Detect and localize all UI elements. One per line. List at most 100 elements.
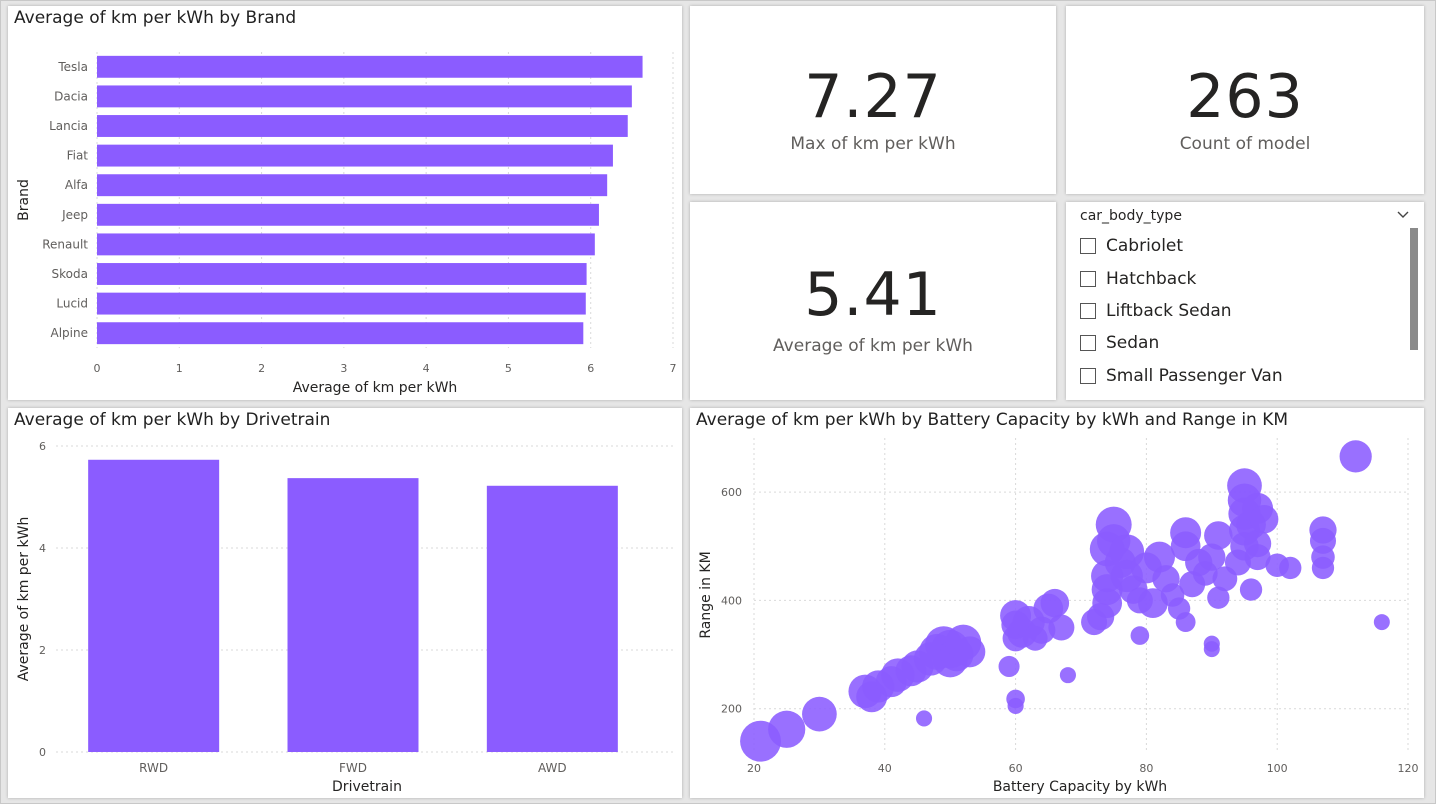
scatter-point [1059,667,1076,684]
scatter-point [768,710,806,748]
scatter-point [915,710,933,727]
scatter-point [1249,504,1279,534]
slicer-item-hatchback[interactable]: Hatchback [1080,267,1196,291]
x-tick-label: 80 [1139,762,1153,775]
drivetrain-bar-chart[interactable]: 0 2 4 6 RWD FWD AWD Drivetrain Average of km per… [8,408,682,798]
slicer-scrollbar[interactable] [1410,228,1418,350]
drivetrain-chart-card[interactable]: Average of km per kWh by Drivetrain 0246… [8,408,682,798]
y-tick-label: 200 [721,703,742,716]
bar-alpine [97,322,584,345]
y-tick-label: Renault [42,237,88,251]
y-tick-label: Alpine [51,326,88,340]
slicer-item-small-passenger-van[interactable]: Small Passenger Van [1080,364,1283,388]
bar-renault [97,233,595,256]
x-tick-label: 1 [176,362,183,375]
scatter-point [954,636,986,668]
x-tick-label: 4 [423,362,430,375]
kpi-max-card[interactable]: 7.27 Max of km per kWh [690,6,1056,194]
x-axis-title: Battery Capacity by kWh [993,779,1167,795]
checkbox[interactable] [1080,238,1096,254]
y-tick-label: 2 [39,644,46,657]
x-axis-title: Average of km per kWh [293,380,458,396]
bar-skoda [97,263,587,285]
scatter-point [1203,641,1220,658]
bar-awd [486,485,618,752]
x-tick-label: 60 [1009,762,1023,775]
x-axis-title: Drivetrain [332,779,402,795]
bar-tesla [97,55,643,78]
slicer-item-cabriolet[interactable]: Cabriolet [1080,234,1183,258]
y-axis-title: Brand [16,179,32,221]
slicer-item-sedan[interactable]: Sedan [1080,331,1159,355]
y-tick-label: 400 [721,594,742,607]
slicer-item-label: Small Passenger Van [1106,366,1283,386]
x-tick-label: 7 [670,362,677,375]
slicer-item-liftback-sedan[interactable]: Liftback Sedan [1080,299,1232,323]
scatter-point [1309,516,1337,544]
bar-fiat [97,144,613,167]
checkbox[interactable] [1080,368,1096,384]
x-tick-label: 120 [1398,762,1419,775]
y-tick-label: 4 [39,542,46,555]
chevron-down-icon[interactable] [1396,208,1410,222]
kpi-avg-value: 5.41 [804,260,942,330]
kpi-max-value: 7.27 [804,62,942,132]
kpi-avg-label: Average of km per kWh [773,336,973,356]
checkbox[interactable] [1080,335,1096,351]
bar-alfa [97,174,608,197]
scatter-point [1040,588,1070,618]
y-tick-label: Lancia [49,119,88,133]
x-tick-label: 100 [1267,762,1288,775]
slicer-title: car_body_type [1080,208,1182,224]
scatter-point [1239,578,1263,601]
kpi-avg-card[interactable]: 5.41 Average of km per kWh [690,202,1056,400]
scatter-point [1048,614,1075,641]
y-tick-label: Skoda [52,267,88,281]
kpi-max-label: Max of km per kWh [790,134,956,154]
checkbox[interactable] [1080,303,1096,319]
x-tick-label: 2 [258,362,265,375]
scatter-point [998,655,1020,678]
y-tick-label: Dacia [54,89,88,103]
scatter-chart-card[interactable]: Average of km per kWh by Battery Capacit… [690,408,1424,798]
kpi-count-label: Count of model [1179,134,1311,154]
x-tick-label: 0 [94,362,101,375]
x-tick-label: 6 [587,362,594,375]
brand-chart-card[interactable]: Average of km per kWh by Brand 01234567T… [8,6,682,400]
x-tick-label: AWD [538,761,567,775]
bar-rwd [88,459,220,752]
checkbox[interactable] [1080,271,1096,287]
bar-dacia [97,85,632,108]
slicer-item-label: Cabriolet [1106,236,1184,256]
slicer-item-label: Sedan [1106,333,1160,353]
x-tick-label: 5 [505,362,512,375]
scatter-point [802,696,837,732]
scatter-point [1373,614,1390,631]
y-tick-label: Lucid [56,297,88,311]
x-tick-label: 3 [340,362,347,375]
y-axis-title: Average of km per kWh [16,517,32,682]
scatter-point [1339,440,1372,473]
y-tick-label: 600 [721,486,742,499]
brand-bar-chart[interactable]: 0 1 2 3 4 5 6 7 Tesla Dacia Lancia Fiat Alfa Jeep Rena… [8,6,682,400]
kpi-count-value: 263 [1186,62,1304,132]
y-tick-label: 6 [39,440,46,453]
slicer-item-label: Hatchback [1106,269,1197,289]
scatter-point [1175,612,1196,632]
bar-lucid [97,292,586,315]
scatter-point [1007,697,1024,715]
kpi-count-card[interactable]: 263 Count of model [1066,6,1424,194]
bar-lancia [97,115,628,137]
scatter-point [1170,517,1202,549]
y-tick-label: Alfa [65,178,88,192]
x-tick-label: RWD [139,761,168,775]
bar-jeep [97,203,599,226]
y-axis-title: Range in KM [698,551,714,638]
battery-range-scatter-chart[interactable]: 20 40 60 80 100 120 200 400 600 Battery Capacity … [690,408,1424,798]
scatter-point [1279,556,1302,580]
scatter-point [1204,521,1233,550]
y-tick-label: Fiat [67,149,89,163]
body-type-slicer[interactable]: car_body_type Cabriolet Hatchback Liftba… [1066,202,1424,400]
x-tick-label: FWD [339,761,367,775]
bar-fwd [287,478,419,752]
